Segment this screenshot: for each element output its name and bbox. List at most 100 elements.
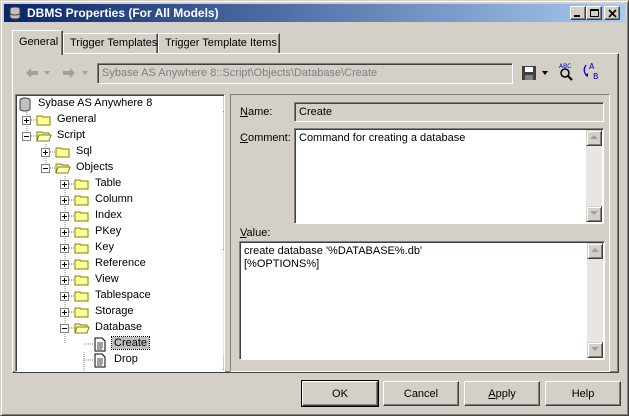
arrow-down-icon [591,347,599,351]
collapse-minus-icon[interactable] [22,132,31,141]
tree-item-label: Tablespace [95,289,151,301]
tree-item-label: Database [95,321,143,333]
tree-item-label: Table [95,177,122,189]
tree-item-label: Index [95,209,122,221]
tree-item-reference[interactable]: Reference [16,256,221,272]
tree-item-view[interactable]: View [16,272,221,288]
tree-item-general[interactable]: General [16,112,221,128]
scroll-down-button[interactable] [223,354,224,370]
value-line: [%OPTIONS%] [244,258,320,270]
arrow-down-icon [590,211,598,215]
cancel-button[interactable]: Cancel [383,381,459,406]
tree-item-pkey[interactable]: PKey [16,224,221,240]
expand-plus-icon[interactable] [60,244,69,253]
scroll-up-button[interactable] [586,130,602,146]
folder-icon [74,211,89,222]
tab-label: Trigger Template Items [165,37,277,49]
tree-item-drop[interactable]: Drop [16,352,221,368]
folder-open-icon [36,131,52,142]
expand-plus-icon[interactable] [60,276,69,285]
folder-icon [36,115,51,126]
scroll-up-button[interactable] [587,243,603,259]
folder-icon [74,179,89,190]
ok-button[interactable]: OK [301,380,379,407]
folder-icon [74,275,89,286]
folder-icon [55,147,70,158]
title-bar[interactable]: DBMS Properties (For All Models) [4,4,625,22]
tree-item-script[interactable]: Script [16,128,221,144]
expand-plus-icon[interactable] [60,228,69,237]
object-path-field: Sybase AS Anywhere 8::Script\Objects\Dat… [97,63,513,84]
expand-plus-icon[interactable] [41,148,50,157]
expand-plus-icon[interactable] [60,308,69,317]
tab-trigger-template-items[interactable]: Trigger Template Items [158,33,280,54]
apply-button[interactable]: Apply [464,381,540,406]
folder-icon [74,307,89,318]
document-icon [94,353,106,368]
scroll-down-button[interactable] [586,206,602,222]
find-icon[interactable]: ABC [557,61,577,81]
comment-label: Comment: [240,132,291,144]
tree-item-label: Key [95,241,114,253]
expand-plus-icon[interactable] [60,180,69,189]
tree-item-database[interactable]: Database [16,320,221,336]
collapse-minus-icon[interactable] [41,164,50,173]
minimize-icon [574,15,580,17]
svg-text:B: B [593,72,599,81]
comment-textarea[interactable]: Command for creating a database [294,128,604,224]
back-arrow-icon[interactable] [25,67,51,79]
tree-item-tablespace[interactable]: Tablespace [16,288,221,304]
tree-item-sql[interactable]: Sql [16,144,221,160]
save-disk-icon[interactable] [521,65,551,81]
folder-icon [74,259,89,270]
comment-vertical-scrollbar[interactable] [586,130,602,222]
value-vertical-scrollbar[interactable] [587,243,603,358]
tab-trigger-templates[interactable]: Trigger Templates [63,33,158,54]
minimize-button[interactable] [570,6,586,20]
document-icon [94,337,106,352]
tree-item-label: Storage [95,305,134,317]
scroll-thumb[interactable] [223,112,224,250]
folder-icon [74,195,89,206]
tree-vertical-scrollbar[interactable] [223,96,224,370]
tree-item-label: Column [95,193,133,205]
maximize-icon [590,9,599,17]
tree-item-create[interactable]: Create [16,336,221,352]
help-button[interactable]: Help [545,381,621,406]
tree-item-label: Create [110,336,151,350]
folder-icon [74,291,89,302]
tree-item-label: Sql [76,145,92,157]
tree-item-table[interactable]: Table [16,176,221,192]
replace-icon[interactable]: A B [581,61,603,83]
tab-label: Trigger Templates [70,37,158,49]
tree-item-objects[interactable]: Objects [16,160,221,176]
folder-open-icon [55,163,71,174]
expand-plus-icon[interactable] [60,212,69,221]
scroll-down-button[interactable] [587,342,603,358]
tree-item-key[interactable]: Key [16,240,221,256]
arrow-up-icon [591,248,599,252]
tree-item-storage[interactable]: Storage [16,304,221,320]
tree-view[interactable]: Sybase AS Anywhere 8 General Script Sql Obje… [15,94,225,372]
close-button[interactable] [604,6,620,20]
maximize-button[interactable] [586,6,602,20]
tab-general[interactable]: General [12,30,63,55]
expand-plus-icon[interactable] [60,260,69,269]
tree-item-label: PKey [95,225,122,237]
scroll-up-button[interactable] [223,96,224,112]
tree-item-index[interactable]: Index [16,208,221,224]
expand-plus-icon[interactable] [22,116,31,125]
name-field[interactable]: Create [294,102,604,122]
svg-text:A: A [589,62,595,71]
value-textarea[interactable]: create database '%DATABASE%.db' [%OPTION… [239,241,605,360]
tree-item-label: Drop [114,353,138,365]
collapse-minus-icon[interactable] [60,324,69,333]
expand-plus-icon[interactable] [60,292,69,301]
forward-arrow-icon[interactable] [61,67,91,79]
folder-icon [74,227,89,238]
tree-item-label: Reference [95,257,146,269]
dbms-properties-window: DBMS Properties (For All Models) General… [0,0,629,416]
tree-item-column[interactable]: Column [16,192,221,208]
name-label: Name: [240,106,273,118]
expand-plus-icon[interactable] [60,196,69,205]
